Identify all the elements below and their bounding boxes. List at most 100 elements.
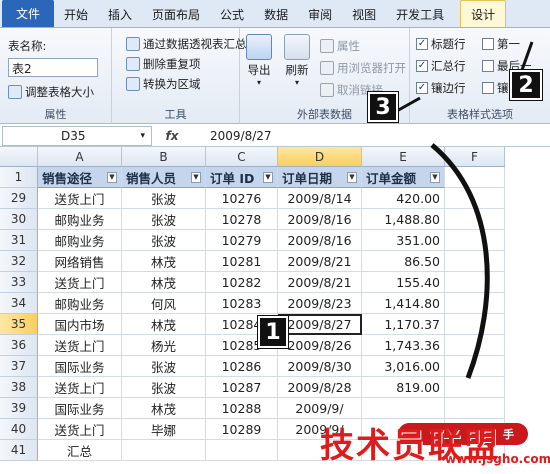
row-header[interactable]: 31 [0,230,38,251]
table-cell[interactable] [206,440,278,461]
table-cell[interactable]: 国际业务 [38,356,122,377]
tab-design[interactable]: 设计 [460,0,507,27]
table-cell[interactable]: 2009/8/16 [278,209,362,230]
row-header[interactable]: 38 [0,377,38,398]
table-cell[interactable]: 10288 [206,398,278,419]
table-header-cell[interactable]: 销售途径 ▼ [38,167,122,188]
table-cell[interactable]: 何风 [122,293,206,314]
table-cell[interactable]: 10282 [206,272,278,293]
row-header[interactable]: 41 [0,440,38,461]
table-header-cell[interactable]: 订单金额 ▼ [362,167,445,188]
grid-cell[interactable] [445,272,505,293]
table-name-input[interactable]: 表2 [8,58,98,77]
name-box-dropdown-icon[interactable]: ▾ [140,131,145,141]
table-cell[interactable]: 155.40 [362,272,445,293]
convert-to-range-button[interactable]: 转换为区域 [126,76,201,92]
table-cell[interactable]: 送货上门 [38,335,122,356]
grid-cell[interactable] [445,314,505,335]
first-column-checkbox[interactable] [482,38,494,50]
table-header-cell[interactable]: 订单 ID ▼ [206,167,278,188]
table-cell[interactable]: 国内市场 [38,314,122,335]
table-cell[interactable]: 351.00 [362,230,445,251]
table-cell[interactable]: 张波 [122,377,206,398]
refresh-button[interactable]: 刷新 ▾ [284,34,310,87]
remove-duplicates-button[interactable]: 删除重复项 [126,56,201,72]
table-cell[interactable]: 819.00 [362,377,445,398]
row-header[interactable]: 32 [0,251,38,272]
header-row-checkbox[interactable]: ✓ [416,38,428,50]
table-cell[interactable] [122,440,206,461]
column-header-b[interactable]: B [122,147,206,167]
column-header-d[interactable]: D [278,147,362,167]
row-header[interactable]: 35 [0,314,38,335]
tab-page-layout[interactable]: 页面布局 [142,1,210,27]
filter-dropdown-icon[interactable]: ▼ [263,171,273,183]
row-header[interactable]: 1 [0,167,38,188]
table-cell[interactable]: 张波 [122,209,206,230]
table-cell[interactable]: 10279 [206,230,278,251]
grid-cell[interactable] [445,356,505,377]
filter-dropdown-icon[interactable]: ▼ [430,171,440,183]
tab-file[interactable]: 文件 [2,0,54,27]
banded-columns-checkbox[interactable] [482,82,494,94]
row-header[interactable]: 39 [0,398,38,419]
table-cell[interactable]: 10289 [206,419,278,440]
total-row-checkbox[interactable]: ✓ [416,60,428,72]
grid-cell[interactable] [445,293,505,314]
select-all-corner[interactable] [0,147,38,167]
row-header[interactable]: 37 [0,356,38,377]
table-cell[interactable]: 2009/8/23 [278,293,362,314]
resize-table-button[interactable]: 调整表格大小 [8,84,94,100]
table-cell[interactable]: 送货上门 [38,377,122,398]
row-header[interactable]: 34 [0,293,38,314]
table-cell[interactable]: 邮购业务 [38,293,122,314]
table-cell[interactable]: 1,414.80 [362,293,445,314]
tab-developer[interactable]: 开发工具 [386,1,454,27]
table-cell[interactable]: 林茂 [122,398,206,419]
table-cell[interactable]: 送货上门 [38,419,122,440]
grid-cell[interactable] [445,377,505,398]
properties-button[interactable]: 属性 [320,38,360,54]
table-cell[interactable]: 10286 [206,356,278,377]
table-cell[interactable]: 2009/8/27 [278,314,362,335]
table-cell[interactable]: 2009/8/16 [278,230,362,251]
table-cell[interactable]: 2009/8/28 [278,377,362,398]
table-cell[interactable]: 3,016.00 [362,356,445,377]
tab-formulas[interactable]: 公式 [210,1,254,27]
table-cell[interactable]: 网络销售 [38,251,122,272]
tab-view[interactable]: 视图 [342,1,386,27]
filter-dropdown-icon[interactable]: ▼ [191,171,201,183]
table-cell[interactable]: 2009/8/21 [278,251,362,272]
grid-cell[interactable] [445,167,505,188]
last-column-checkbox[interactable] [482,60,494,72]
grid-cell[interactable] [445,209,505,230]
formula-input[interactable]: 2009/8/27 [192,129,272,143]
name-box[interactable]: D35 ▾ [2,125,152,146]
table-cell[interactable] [362,398,445,419]
table-header-cell[interactable]: 销售人员 ▼ [122,167,206,188]
table-cell[interactable]: 10283 [206,293,278,314]
banded-rows-option[interactable]: ✓ 镶边行 [416,80,466,96]
row-header[interactable]: 36 [0,335,38,356]
table-cell[interactable]: 2009/9/ [278,398,362,419]
table-cell[interactable]: 毕娜 [122,419,206,440]
table-cell[interactable]: 张波 [122,356,206,377]
tab-home[interactable]: 开始 [54,1,98,27]
table-cell[interactable]: 林茂 [122,251,206,272]
header-row-option[interactable]: ✓ 标题行 [416,36,466,52]
grid-cell[interactable] [445,335,505,356]
table-cell[interactable]: 10281 [206,251,278,272]
row-header[interactable]: 30 [0,209,38,230]
function-icon[interactable]: fx [152,129,192,143]
table-cell[interactable]: 送货上门 [38,188,122,209]
table-cell[interactable]: 1,743.36 [362,335,445,356]
first-column-option[interactable]: 第一 [482,36,520,52]
pivot-summarize-button[interactable]: 通过数据透视表汇总 [126,36,247,52]
table-cell[interactable]: 10287 [206,377,278,398]
table-cell[interactable]: 1,170.37 [362,314,445,335]
table-cell[interactable]: 2009/8/21 [278,272,362,293]
table-cell[interactable]: 送货上门 [38,272,122,293]
table-cell[interactable]: 1,488.80 [362,209,445,230]
table-cell[interactable]: 10278 [206,209,278,230]
banded-rows-checkbox[interactable]: ✓ [416,82,428,94]
